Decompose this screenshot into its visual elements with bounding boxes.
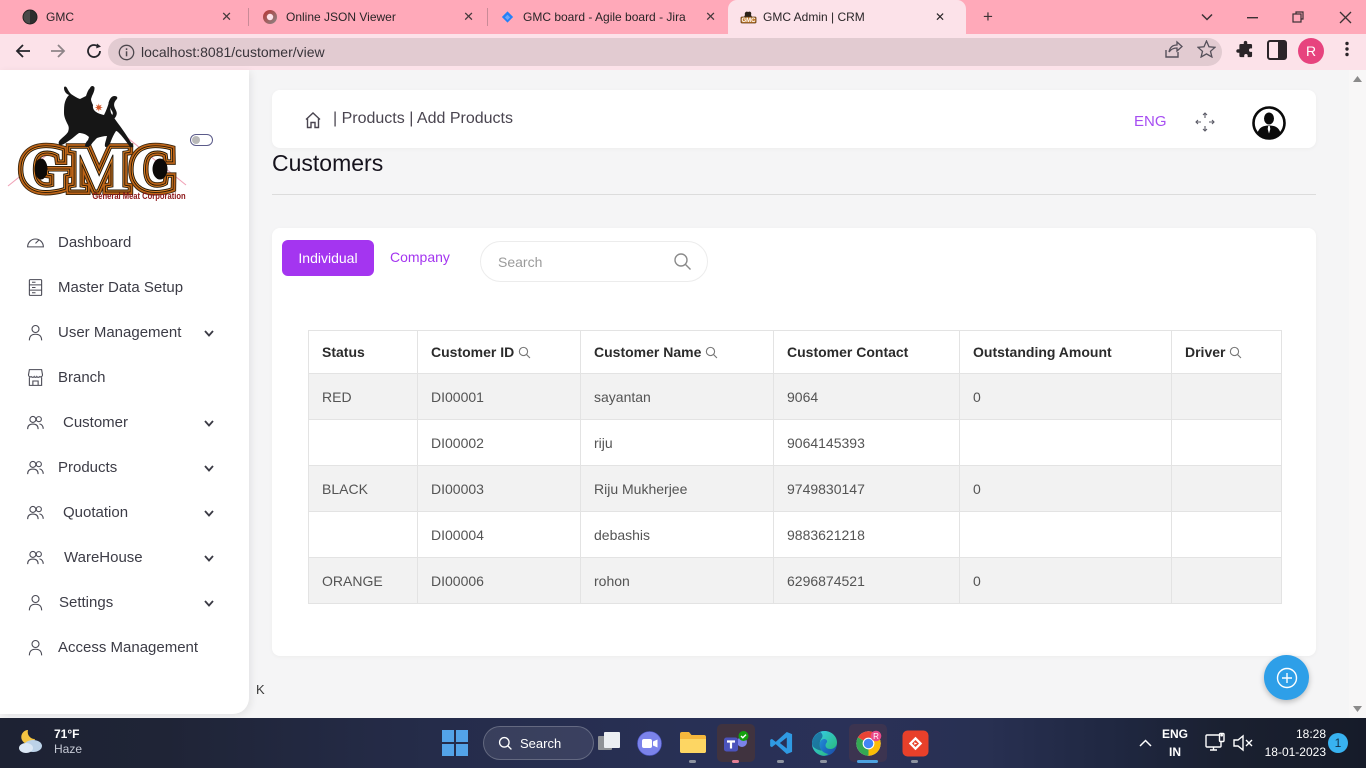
svg-text:GMC: GMC <box>742 18 757 24</box>
svg-text:General Meat Corporation: General Meat Corporation <box>92 190 185 201</box>
svg-text:R: R <box>873 731 879 740</box>
